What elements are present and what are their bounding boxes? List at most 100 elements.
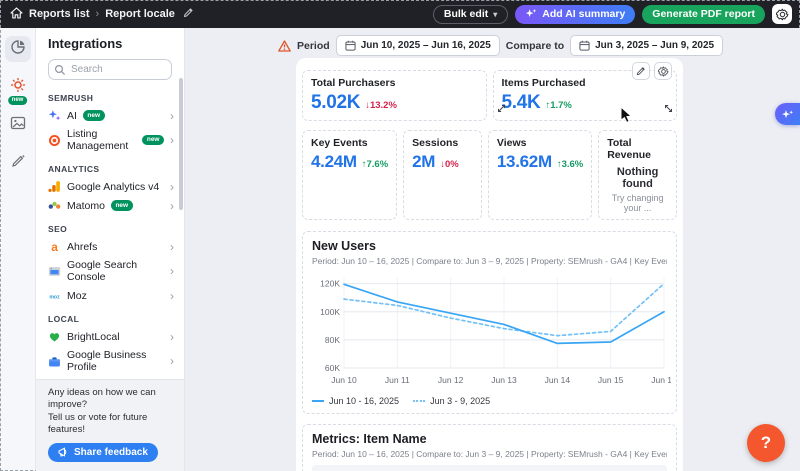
chart-subtitle: Period: Jun 10 – 16, 2025 | Compare to: … [312, 256, 667, 266]
svg-text:60K: 60K [325, 363, 340, 373]
period-bar: Period Jun 10, 2025 – Jun 16, 2025 Compa… [278, 35, 723, 56]
column-header[interactable]: Sessions [611, 465, 667, 471]
period-label: Period [297, 40, 330, 52]
card-delta: ↑1.7% [545, 100, 571, 111]
metric-card-total-revenue[interactable]: Total RevenueNothing foundTry changing y… [598, 130, 677, 220]
metric-card-views[interactable]: Views13.62M↑3.6% [488, 130, 592, 220]
sidebar-item-google-business-profile[interactable]: Google Business Profile› [36, 346, 184, 376]
rename-report-icon[interactable] [183, 7, 194, 21]
card-delta: ↓0% [440, 159, 458, 170]
gear-icon [776, 8, 789, 21]
search-console-icon [48, 265, 61, 278]
section-header: SEO [48, 224, 172, 234]
resize-handle-bottom-right[interactable] [664, 100, 673, 118]
table-header-row: Item NameItems PurchasedItems ViewedTota… [312, 465, 667, 471]
brightlocal-icon [48, 330, 61, 343]
sidebar-item-ai[interactable]: AInew› [36, 106, 184, 125]
report-canvas: Period Jun 10, 2025 – Jun 16, 2025 Compa… [185, 28, 800, 471]
metrics-table-widget[interactable]: Metrics: Item Name Period: Jun 10 – 16, … [302, 424, 677, 471]
card-value: 2M [412, 152, 435, 172]
home-icon[interactable] [10, 7, 23, 21]
sidebar-item-label: Ahrefs [67, 241, 97, 253]
integrations-sidebar: Integrations SEMRUSHAInew›Listing Manage… [36, 28, 185, 471]
svg-text:Jun 14: Jun 14 [545, 375, 571, 385]
pencil-icon [636, 66, 646, 76]
resize-handle-bottom-left[interactable] [497, 100, 506, 118]
breadcrumb-report-locale: Report locale [105, 8, 175, 20]
new-badge: new [111, 200, 133, 210]
rail-item-pie-chart[interactable] [5, 36, 31, 62]
sidebar-item-label: Google Analytics v4 [67, 181, 159, 193]
card-title: Total Revenue [607, 137, 668, 161]
card-title: Total Purchasers [311, 77, 478, 89]
sidebar-item-google-search-console[interactable]: Google Search Console› [36, 256, 184, 286]
add-ai-summary-button[interactable]: Add AI summary [515, 5, 635, 24]
rail-item-image[interactable] [5, 112, 31, 138]
sidebar-item-label: Moz [67, 290, 87, 302]
matomo-icon [48, 199, 61, 212]
empty-state-title: Nothing found [607, 166, 668, 190]
period-date-value: Jun 10, 2025 – Jun 16, 2025 [361, 40, 491, 51]
chevron-right-icon: › [170, 110, 174, 122]
sidebar-item-moz[interactable]: mozMoz› [36, 286, 184, 305]
svg-text:Jun 15: Jun 15 [598, 375, 624, 385]
bulk-edit-button[interactable]: Bulk edit ▾ [433, 5, 508, 24]
sidebar-section: ANALYTICSGoogle Analytics v4›Matomonew› [36, 164, 184, 215]
column-header[interactable]: Items Viewed [479, 465, 536, 471]
legend-item[interactable]: Jun 10 - 16, 2025 [312, 396, 399, 406]
widget-settings-button[interactable] [654, 62, 672, 80]
metric-card-sessions[interactable]: Sessions2M↓0% [403, 130, 482, 220]
svg-text:Jun 12: Jun 12 [438, 375, 464, 385]
rail-item-burst[interactable]: new [5, 74, 31, 100]
sidebar-section: SEMRUSHAInew›Listing Managementnew› [36, 93, 184, 155]
column-header[interactable]: Items Purchased [401, 465, 479, 471]
card-title: Key Events [311, 137, 388, 149]
chevron-right-icon: › [170, 355, 174, 367]
period-date-range[interactable]: Jun 10, 2025 – Jun 16, 2025 [336, 35, 500, 56]
metric-card-total-purchasers[interactable]: Total Purchasers5.02K↓13.2% [302, 70, 487, 121]
chevron-right-icon: › [170, 181, 174, 193]
compare-date-range[interactable]: Jun 3, 2025 – Jun 9, 2025 [570, 35, 723, 56]
search-icon [54, 63, 66, 81]
search-input[interactable] [48, 59, 172, 80]
new-users-widget[interactable]: New Users Period: Jun 10 – 16, 2025 | Co… [302, 231, 677, 414]
sidebar-item-matomo[interactable]: Matomo new › [36, 196, 184, 215]
sidebar-item-label: Matomo [67, 200, 105, 212]
column-header[interactable]: Item Name [312, 465, 401, 471]
help-button[interactable]: ? [747, 424, 785, 462]
section-header: LOCAL [48, 314, 172, 324]
left-icon-rail: new [0, 28, 36, 471]
rail-item-magic-pen[interactable] [5, 150, 31, 176]
magic-pen-icon [10, 153, 26, 174]
edit-widget-button[interactable] [632, 62, 650, 80]
breadcrumb-reports-list[interactable]: Reports list [29, 8, 90, 20]
column-header[interactable]: Total Purchasers [536, 465, 611, 471]
sidebar-item-listing-management[interactable]: Listing Managementnew› [36, 125, 184, 155]
svg-text:Jun 13: Jun 13 [491, 375, 517, 385]
chevron-down-icon: ▾ [493, 10, 497, 19]
generate-pdf-button[interactable]: Generate PDF report [642, 5, 765, 24]
metrics-table: Item NameItems PurchasedItems ViewedTota… [312, 465, 667, 471]
gear-icon [658, 66, 669, 77]
feedback-line2: Tell us or vote for future features! [48, 412, 172, 437]
svg-text:Jun 10: Jun 10 [331, 375, 357, 385]
sidebar-scrollbar[interactable] [179, 78, 183, 210]
metric-cards-row-2: Key Events4.24M↑7.6%Sessions2M↓0%Views13… [302, 130, 677, 220]
metric-card-key-events[interactable]: Key Events4.24M↑7.6% [302, 130, 397, 220]
chevron-right-icon: › [170, 200, 174, 212]
calendar-icon [345, 40, 356, 51]
pie-chart-icon [10, 39, 26, 60]
business-profile-icon [48, 355, 61, 368]
ai-assistant-pill-button[interactable] [775, 103, 800, 125]
sidebar-item-brightlocal[interactable]: BrightLocal› [36, 327, 184, 346]
sidebar-item-label: AI [67, 110, 77, 122]
share-feedback-button[interactable]: Share feedback [48, 443, 158, 462]
card-value: 5.4K [502, 92, 541, 114]
feedback-line1: Any ideas on how we can improve? [48, 387, 172, 412]
metric-card-items-purchased[interactable]: Items Purchased5.4K↑1.7% [493, 70, 678, 121]
sidebar-item-ahrefs[interactable]: aAhrefs› [36, 237, 184, 256]
legend-item[interactable]: Jun 3 - 9, 2025 [413, 396, 490, 406]
chart-legend: Jun 10 - 16, 2025 Jun 3 - 9, 2025 [312, 396, 667, 406]
settings-gear-button[interactable] [772, 4, 792, 24]
sidebar-item-google-analytics-v4[interactable]: Google Analytics v4 › [36, 177, 184, 196]
